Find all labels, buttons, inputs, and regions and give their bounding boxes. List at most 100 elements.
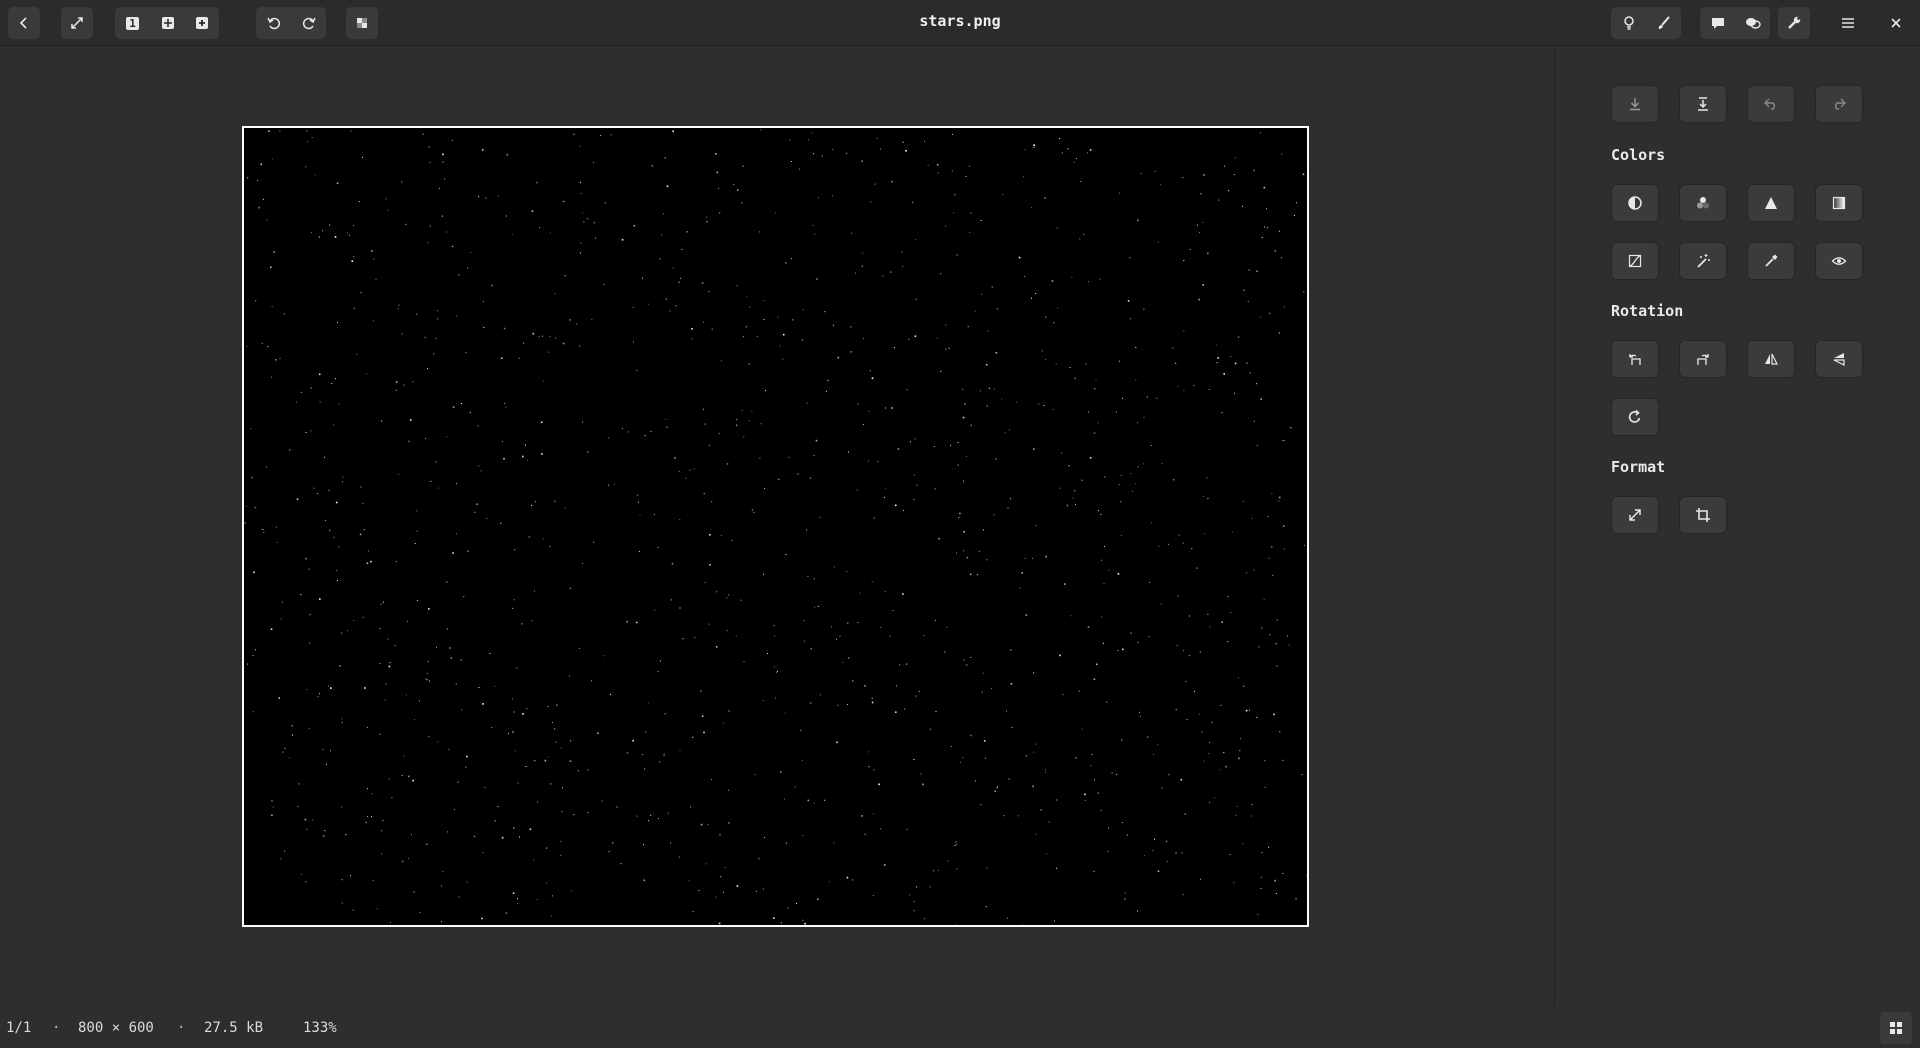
flip-vertical-button[interactable] <box>1815 340 1863 378</box>
star <box>352 224 354 226</box>
star <box>1276 619 1278 621</box>
star <box>582 421 584 423</box>
save-button[interactable] <box>1611 85 1659 123</box>
star <box>807 799 810 802</box>
star <box>1101 616 1102 618</box>
stars-image <box>244 129 1307 925</box>
star <box>1209 802 1211 803</box>
tools-button[interactable] <box>1778 7 1810 39</box>
star <box>341 722 343 724</box>
star <box>560 747 562 749</box>
curves-button[interactable] <box>1611 242 1659 280</box>
star <box>599 135 601 136</box>
rotate-free-button[interactable] <box>1611 398 1659 436</box>
auto-enhance-button[interactable] <box>1679 242 1727 280</box>
star <box>807 576 809 577</box>
star <box>1249 372 1251 374</box>
red-eye-button[interactable] <box>1815 242 1863 280</box>
star <box>1019 587 1021 589</box>
single-view-button[interactable]: 1 <box>115 7 150 39</box>
star <box>909 894 910 896</box>
saturation-button[interactable] <box>1679 184 1727 222</box>
brush-icon <box>1658 16 1670 29</box>
star <box>1108 569 1110 571</box>
star <box>848 451 849 453</box>
star <box>314 174 316 176</box>
save-as-button[interactable] <box>1679 85 1727 123</box>
star <box>620 863 622 865</box>
star <box>1229 854 1231 855</box>
rotate-right-button[interactable] <box>1679 340 1727 378</box>
star <box>810 702 812 704</box>
star <box>446 581 448 583</box>
star <box>533 859 535 861</box>
chat-button[interactable] <box>1735 7 1770 39</box>
star <box>337 321 338 323</box>
star <box>516 667 518 669</box>
star <box>1166 840 1168 842</box>
menu-button[interactable] <box>1832 7 1864 39</box>
star <box>1041 350 1043 352</box>
star <box>1274 879 1276 882</box>
star <box>1072 497 1074 499</box>
star <box>512 892 515 894</box>
back-button[interactable] <box>8 7 40 39</box>
star <box>382 819 384 821</box>
star <box>996 308 998 310</box>
star <box>862 252 864 254</box>
star <box>959 761 961 763</box>
close-button[interactable] <box>1880 7 1912 39</box>
star <box>513 711 515 713</box>
contrast-button[interactable] <box>1611 184 1659 222</box>
star <box>491 284 493 287</box>
lightbulb-button[interactable] <box>1611 7 1646 39</box>
resize-button[interactable] <box>1611 496 1659 534</box>
grid-view-button[interactable] <box>150 7 185 39</box>
redo-button[interactable] <box>291 7 326 39</box>
gallery-button[interactable] <box>1880 1012 1912 1044</box>
star <box>746 295 748 297</box>
star <box>554 728 556 730</box>
star <box>518 357 520 359</box>
undo-button[interactable] <box>256 7 291 39</box>
star <box>573 814 575 816</box>
add-image-button[interactable] <box>185 7 219 39</box>
star <box>707 824 709 826</box>
transparency-button[interactable] <box>346 7 378 39</box>
image-viewer[interactable] <box>0 47 1553 1007</box>
levels-button[interactable] <box>1747 184 1795 222</box>
star <box>542 538 544 540</box>
star <box>779 345 781 347</box>
crop-button[interactable] <box>1679 496 1727 534</box>
flip-horizontal-button[interactable] <box>1747 340 1795 378</box>
paint-button[interactable] <box>1646 7 1681 39</box>
star <box>1234 392 1236 394</box>
sidebar-undo-button[interactable] <box>1747 85 1795 123</box>
star <box>529 828 532 831</box>
star <box>1052 408 1054 410</box>
star <box>909 441 911 443</box>
star <box>756 336 758 338</box>
star <box>850 351 853 353</box>
star <box>741 410 743 412</box>
fullscreen-button[interactable] <box>61 7 93 39</box>
star <box>401 333 403 335</box>
star <box>913 474 915 476</box>
star <box>955 841 957 843</box>
star <box>837 704 839 706</box>
star <box>1143 416 1145 418</box>
star <box>736 424 738 426</box>
star <box>956 868 958 870</box>
star <box>336 570 338 571</box>
comment-button[interactable] <box>1700 7 1735 39</box>
star <box>397 308 399 310</box>
star <box>884 590 886 592</box>
color-picker-button[interactable] <box>1747 242 1795 280</box>
rotate-left-button[interactable] <box>1611 340 1659 378</box>
star <box>1274 250 1277 252</box>
star <box>861 265 863 267</box>
gradient-button[interactable] <box>1815 184 1863 222</box>
star <box>832 324 834 326</box>
sidebar-redo-button[interactable] <box>1815 85 1863 123</box>
image-canvas[interactable] <box>242 126 1309 927</box>
